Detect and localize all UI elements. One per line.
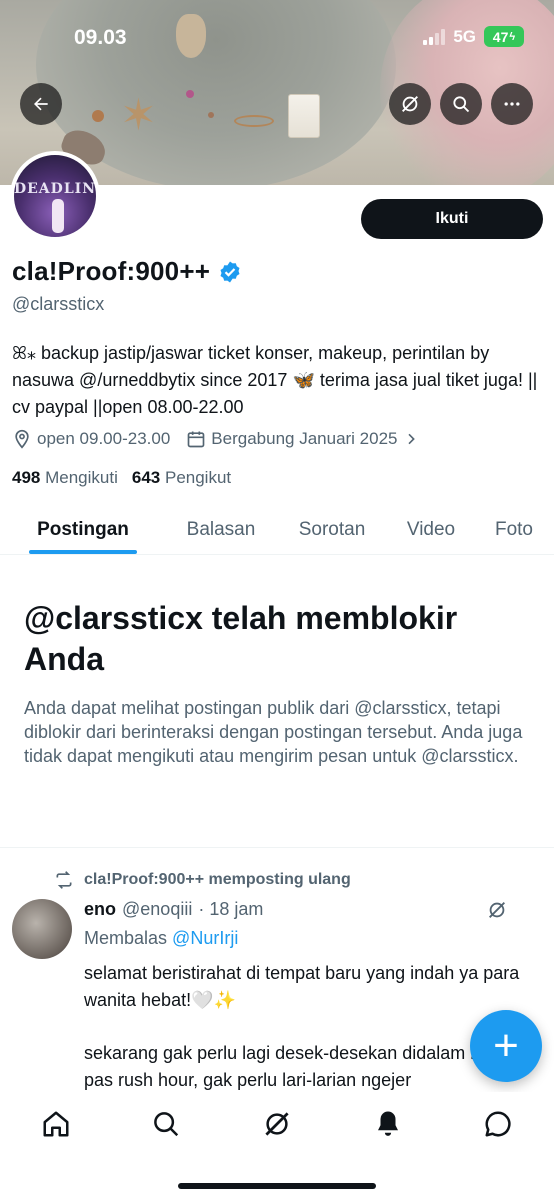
tab-label: Sorotan: [298, 518, 366, 540]
tweet-author-avatar[interactable]: [12, 899, 72, 959]
repost-icon: [56, 871, 72, 889]
calendar-icon: [187, 431, 205, 448]
tab-label: Video: [406, 518, 456, 540]
nav-search[interactable]: [150, 1108, 182, 1140]
notifications-icon: [378, 1111, 398, 1136]
profile-location: open 09.00-23.00: [12, 429, 170, 449]
verified-badge-icon[interactable]: [218, 260, 242, 284]
avatar-figure: [52, 199, 64, 233]
search-button[interactable]: [440, 83, 482, 125]
reply-prefix: Membalas: [84, 928, 168, 948]
divider: [0, 847, 554, 848]
repost-indicator[interactable]: cla!Proof:900++ memposting ulang: [54, 870, 351, 890]
blocked-message: Anda dapat melihat postingan publik dari…: [24, 698, 523, 766]
following-count: 498: [12, 468, 41, 487]
profile-banner[interactable]: ✶ 09.03 5G 47 ϟ: [0, 0, 554, 185]
banner-dot: [186, 90, 194, 98]
profile-name-row: cla!Proof:900++: [12, 256, 242, 287]
signal-icon: [423, 28, 446, 45]
tweet-author-name[interactable]: eno: [84, 899, 116, 920]
profile-avatar[interactable]: DEADLINE: [10, 151, 100, 241]
tab-active-indicator: [29, 550, 137, 554]
grok-icon: [489, 902, 505, 918]
home-icon: [43, 1111, 69, 1137]
repost-label: cla!Proof:900++ memposting ulang: [84, 871, 351, 888]
tab-sorotan[interactable]: Sorotan: [276, 505, 388, 554]
more-horizontal-icon: [504, 102, 520, 106]
profile-stats: 498 Mengikuti 643 Pengikut: [12, 468, 231, 488]
profile-meta: open 09.00-23.00 Bergabung Januari 2025: [12, 429, 419, 449]
home-indicator[interactable]: [178, 1183, 376, 1189]
nav-notifications[interactable]: [372, 1108, 404, 1140]
followers-link[interactable]: 643 Pengikut: [132, 468, 231, 488]
battery-level: 47: [492, 28, 509, 45]
nav-grok[interactable]: [261, 1108, 293, 1140]
banner-glass: [288, 94, 320, 138]
followers-label: Pengikut: [164, 468, 232, 487]
blocked-title: @clarssticx telah memblokir Anda: [24, 600, 458, 677]
banner-starfish: ✶: [120, 91, 157, 140]
joined-text: Bergabung Januari 2025: [211, 429, 398, 448]
tab-postingan[interactable]: Postingan: [0, 505, 166, 554]
profile-bio: ꕤ⁎ backup jastip/jaswar ticket konser, m…: [12, 343, 538, 417]
banner-dot: [92, 110, 104, 122]
search-icon: [453, 96, 470, 113]
blocked-notice: @clarssticx telah memblokir Anda Anda da…: [24, 598, 534, 768]
profile-joined[interactable]: Bergabung Januari 2025: [186, 429, 418, 449]
follow-button[interactable]: Ikuti: [361, 199, 543, 239]
plus-icon: +: [493, 1021, 519, 1070]
nav-messages[interactable]: [482, 1108, 514, 1140]
reply-to-handle[interactable]: @NurIrji: [172, 928, 238, 948]
tweet-reply-context: Membalas @NurIrji: [84, 928, 238, 949]
chevron-right-icon: [407, 433, 415, 445]
grok-icon: [265, 1112, 289, 1136]
nav-home[interactable]: [40, 1108, 72, 1140]
tab-label: Postingan: [37, 518, 129, 540]
followers-count: 643: [131, 468, 161, 487]
following-link[interactable]: 498 Mengikuti: [12, 468, 118, 488]
banner-swan: [176, 14, 206, 58]
more-button[interactable]: [491, 83, 533, 125]
tweet-header: eno @enoqiii · 18 jam: [84, 899, 263, 920]
compose-button[interactable]: +: [470, 1010, 542, 1082]
tweet-text: selamat beristirahat di tempat baru yang…: [84, 963, 520, 1010]
network-type: 5G: [453, 26, 476, 46]
tweet-grok-button[interactable]: [486, 899, 508, 926]
grok-icon: [402, 96, 418, 112]
tweet-time: · 18 jam: [198, 899, 264, 919]
messages-icon: [485, 1111, 511, 1137]
status-indicators: 5G 47 ϟ: [423, 26, 524, 47]
location-icon: [15, 429, 29, 449]
tab-video[interactable]: Video: [388, 505, 474, 554]
arrow-left-icon: [34, 97, 48, 111]
battery-icon: 47 ϟ: [484, 26, 524, 47]
tab-label: Balasan: [186, 518, 256, 540]
profile-name: cla!Proof:900++: [12, 256, 211, 286]
banner-dot: [208, 112, 214, 118]
tab-balasan[interactable]: Balasan: [166, 505, 276, 554]
grok-button[interactable]: [389, 83, 431, 125]
avatar-text: DEADLINE: [14, 181, 100, 197]
tab-label: Foto: [494, 518, 534, 540]
tweet-author-handle[interactable]: @enoqiii: [122, 899, 192, 920]
back-button[interactable]: [20, 83, 62, 125]
banner-ring: [234, 115, 274, 127]
following-label: Mengikuti: [45, 468, 118, 487]
profile-tabs: Postingan Balasan Sorotan Video Foto: [0, 505, 554, 555]
status-time: 09.03: [74, 26, 127, 49]
profile-handle: @clarssticx: [12, 294, 105, 314]
tab-foto[interactable]: Foto: [474, 505, 554, 554]
search-icon: [154, 1112, 179, 1137]
location-text: open 09.00-23.00: [37, 429, 171, 448]
